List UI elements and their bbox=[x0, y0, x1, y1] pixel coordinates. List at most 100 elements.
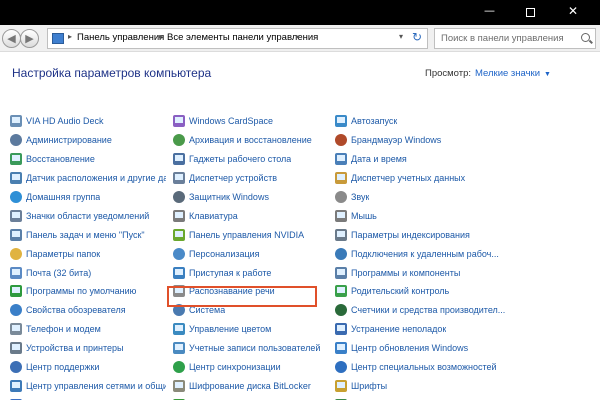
control-panel-item[interactable]: Параметры индексирования bbox=[335, 225, 595, 244]
control-panel-item[interactable]: Брандмауэр Windows bbox=[335, 131, 595, 150]
parental-controls-icon bbox=[335, 285, 347, 298]
device-manager-icon bbox=[173, 172, 185, 185]
control-panel-item[interactable]: Датчик расположения и другие дат... bbox=[10, 169, 166, 188]
folder-options-icon bbox=[10, 247, 22, 260]
control-panel-item[interactable]: Автозапуск bbox=[335, 112, 595, 131]
internet-options-icon bbox=[10, 304, 22, 317]
control-panel-item[interactable]: Устройства и принтеры bbox=[10, 339, 166, 358]
navigation-bar: ◀ ▶ ▸ Панель управления ▸ Все элементы п… bbox=[0, 25, 600, 52]
performance-icon bbox=[335, 304, 347, 317]
remote-desktop-icon bbox=[335, 247, 347, 260]
items-column-3: Автозапуск Брандмауэр Windows Дата и время… bbox=[335, 112, 595, 400]
control-panel-item[interactable]: Центр синхронизации bbox=[173, 358, 328, 377]
selection-highlight bbox=[167, 286, 317, 307]
control-panel-item[interactable]: Гаджеты рабочего стола bbox=[173, 150, 328, 169]
control-panel-item[interactable]: Архивация и восстановление bbox=[173, 131, 328, 150]
control-panel-item[interactable]: Центр поддержки bbox=[10, 358, 166, 377]
control-panel-item[interactable]: Подключения к удаленным рабоч... bbox=[335, 244, 595, 263]
control-panel-item[interactable]: Центр специальных возможностей bbox=[335, 358, 595, 377]
control-panel-item-label: Автозапуск bbox=[351, 116, 398, 127]
control-panel-item[interactable]: Домашняя группа bbox=[10, 188, 166, 207]
minimize-button[interactable]: — bbox=[484, 4, 495, 18]
search-input[interactable] bbox=[435, 29, 575, 48]
chevron-down-icon: ▼ bbox=[544, 71, 551, 78]
control-panel-item[interactable]: Восстановление bbox=[10, 150, 166, 169]
control-panel-item[interactable]: Учетные записи пользователей bbox=[173, 339, 328, 358]
control-panel-item-label: Центр специальных возможностей bbox=[351, 362, 497, 373]
control-panel-item[interactable]: Устранение неполадок bbox=[335, 320, 595, 339]
control-panel-item[interactable]: Шифрование диска BitLocker bbox=[173, 376, 328, 395]
breadcrumb-separator[interactable]: ▸ bbox=[159, 32, 163, 41]
control-panel-item[interactable]: Телефон и модем bbox=[10, 320, 166, 339]
address-history-dropdown[interactable]: ▾ bbox=[399, 32, 403, 41]
control-panel-item-label: Администрирование bbox=[26, 135, 112, 146]
phone-modem-icon bbox=[10, 323, 22, 336]
control-panel-item[interactable]: Windows CardSpace bbox=[173, 112, 328, 131]
control-panel-item[interactable]: Счетчики и средства производител... bbox=[335, 301, 595, 320]
control-panel-item[interactable]: Почта (32 бита) bbox=[10, 263, 166, 282]
control-panel-item[interactable]: Управление цветом bbox=[173, 320, 328, 339]
control-panel-item[interactable]: Защитник Windows bbox=[173, 188, 328, 207]
page-title: Настройка параметров компьютера bbox=[12, 66, 212, 80]
control-panel-item-label: Приступая к работе bbox=[189, 267, 272, 278]
address-bar[interactable]: ▸ Панель управления ▸ Все элементы панел… bbox=[47, 28, 428, 49]
indexing-icon bbox=[335, 228, 347, 241]
control-panel-item[interactable]: Родительский контроль bbox=[335, 282, 595, 301]
control-panel-item[interactable]: Панель управления NVIDIA bbox=[173, 225, 328, 244]
search-icon[interactable] bbox=[581, 33, 590, 42]
control-panel-item-label: Центр управления сетями и общи... bbox=[26, 380, 166, 391]
control-panel-item[interactable]: Персонализация bbox=[173, 244, 328, 263]
backup-icon bbox=[173, 134, 185, 147]
network-center-icon bbox=[10, 379, 22, 392]
bitlocker-icon bbox=[173, 379, 185, 392]
control-panel-item[interactable]: Экран bbox=[10, 395, 166, 400]
control-panel-item[interactable]: Центр управления сетями и общи... bbox=[10, 376, 166, 395]
control-panel-item[interactable]: Шрифты bbox=[335, 376, 595, 395]
control-panel-item[interactable]: Программы и компоненты bbox=[335, 263, 595, 282]
control-panel-item[interactable]: Диспетчер учетных данных bbox=[335, 169, 595, 188]
credential-manager-icon bbox=[335, 172, 347, 185]
control-panel-item[interactable]: Звук bbox=[335, 188, 595, 207]
control-panel-item[interactable]: Параметры папок bbox=[10, 244, 166, 263]
control-panel-item[interactable]: Программы по умолчанию bbox=[10, 282, 166, 301]
notification-icons-icon bbox=[10, 209, 22, 222]
control-panel-item[interactable]: Центр обновления Windows bbox=[335, 339, 595, 358]
control-panel-item[interactable]: Значки области уведомлений bbox=[10, 206, 166, 225]
control-panel-item-label: Телефон и модем bbox=[26, 324, 101, 335]
control-panel-item-label: Дата и время bbox=[351, 154, 407, 165]
control-panel-item[interactable]: Приступая к работе bbox=[173, 263, 328, 282]
breadcrumb-separator[interactable]: ▸ bbox=[296, 32, 300, 41]
back-button[interactable]: ◀ bbox=[2, 29, 21, 48]
control-panel-item[interactable]: Мышь bbox=[335, 206, 595, 225]
control-panel-item-label: Шифрование диска BitLocker bbox=[189, 380, 311, 391]
control-panel-item[interactable]: Панель задач и меню "Пуск" bbox=[10, 225, 166, 244]
control-panel-item[interactable]: Язык и региональные стандарты bbox=[335, 395, 595, 400]
control-panel-item-label: Программы по умолчанию bbox=[26, 286, 137, 297]
close-button[interactable]: ✕ bbox=[568, 4, 578, 18]
maximize-button[interactable] bbox=[526, 8, 535, 17]
search-box[interactable] bbox=[434, 28, 596, 49]
recovery-icon bbox=[10, 153, 22, 166]
programs-features-icon bbox=[335, 266, 347, 279]
printer-icon bbox=[10, 342, 22, 355]
control-panel-item[interactable]: Свойства обозревателя bbox=[10, 301, 166, 320]
control-panel-item[interactable]: Администрирование bbox=[10, 131, 166, 150]
control-panel-item[interactable]: VIA HD Audio Deck bbox=[10, 112, 166, 131]
control-panel-item[interactable]: Клавиатура bbox=[173, 206, 328, 225]
refresh-icon[interactable]: ↻ bbox=[412, 30, 422, 44]
sound-icon bbox=[335, 191, 347, 203]
control-panel-item-label: Подключения к удаленным рабоч... bbox=[351, 248, 499, 259]
control-panel-item-label: Счетчики и средства производител... bbox=[351, 305, 506, 316]
gadgets-icon bbox=[173, 153, 185, 166]
breadcrumb-separator[interactable]: ▸ bbox=[68, 32, 72, 41]
control-panel-item[interactable]: Диспетчер устройств bbox=[173, 169, 328, 188]
forward-button[interactable]: ▶ bbox=[20, 29, 39, 48]
breadcrumb-control-panel[interactable]: Панель управления bbox=[77, 32, 164, 43]
view-by-dropdown[interactable]: Мелкие значки ▼ bbox=[475, 68, 551, 79]
firewall-icon bbox=[335, 134, 347, 147]
control-panel-item[interactable]: Электропитание bbox=[173, 395, 328, 400]
control-panel-item-label: Гаджеты рабочего стола bbox=[189, 154, 292, 165]
control-panel-item[interactable]: Дата и время bbox=[335, 150, 595, 169]
cardspace-icon bbox=[173, 115, 185, 128]
control-panel-item-label: Диспетчер устройств bbox=[189, 173, 277, 184]
